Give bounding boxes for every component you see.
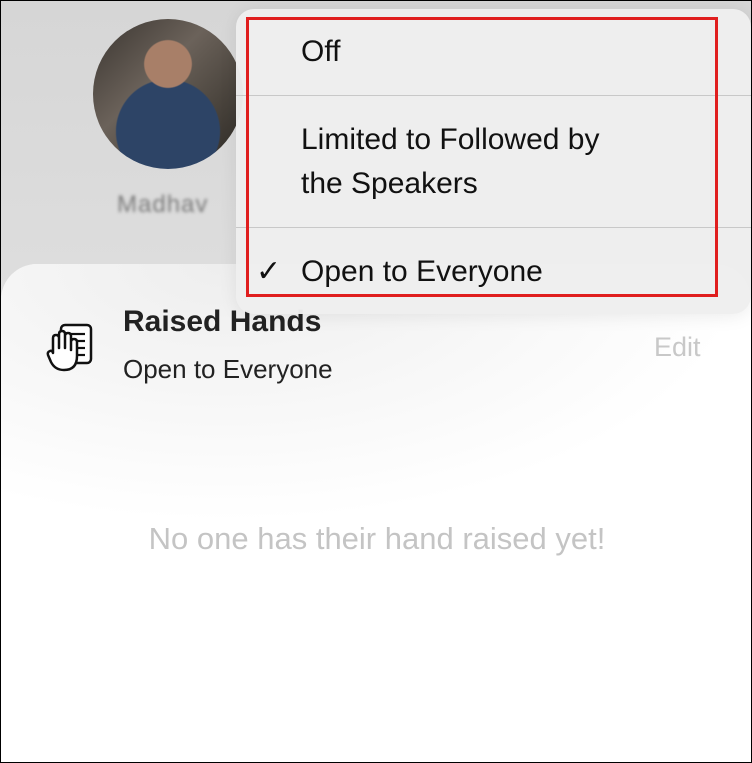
- speaker-name: Madhav: [117, 191, 209, 218]
- empty-state-message: No one has their hand raised yet!: [148, 521, 606, 556]
- raised-hand-icon: [46, 323, 93, 372]
- sheet-subtitle: Open to Everyone: [123, 354, 333, 384]
- app-screen: Madhav Raised Hands Open to Everyone Edi…: [0, 0, 752, 763]
- speaker-avatar[interactable]: [93, 19, 243, 169]
- annotation-highlight-box: [246, 17, 718, 297]
- edit-button[interactable]: Edit: [654, 332, 701, 363]
